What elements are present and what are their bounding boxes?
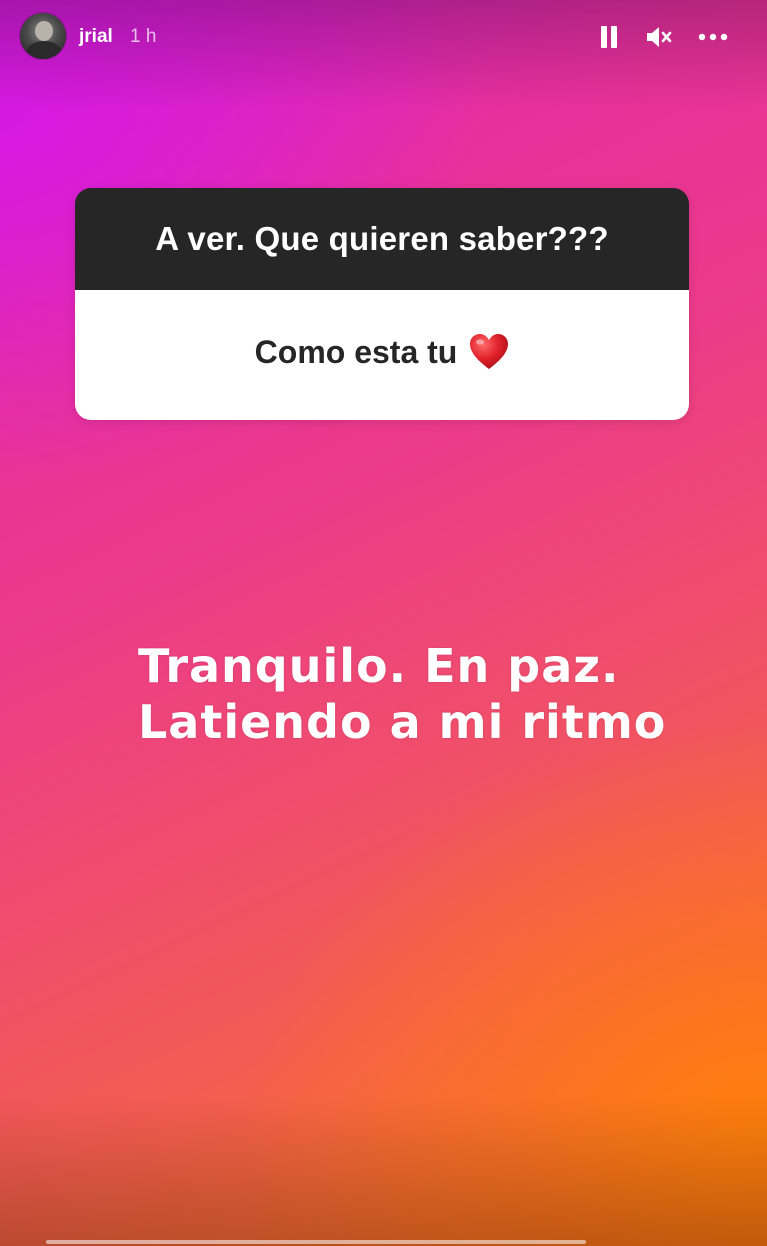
caption-line-2: Latiendo a mi ritmo — [138, 695, 667, 749]
post-timestamp: 1 h — [130, 26, 157, 47]
question-sticker[interactable]: A ver. Que quieren saber??? Como esta tu — [75, 188, 689, 420]
red-heart-icon — [470, 334, 509, 369]
speaker-muted-icon — [647, 27, 672, 47]
pause-icon — [601, 26, 607, 48]
username-link[interactable]: jrial — [79, 26, 113, 48]
story-header: jrial 1 h — [0, 0, 767, 76]
bottom-gradient-shade — [0, 1096, 767, 1246]
more-dots-icon — [698, 33, 728, 41]
avatar-body — [26, 41, 62, 59]
question-text: A ver. Que quieren saber??? — [155, 220, 609, 257]
pause-icon-bar — [611, 26, 617, 48]
question-answer: Como esta tu — [75, 290, 689, 420]
more-options-button[interactable] — [697, 22, 729, 52]
pause-button[interactable] — [597, 22, 621, 52]
avatar[interactable] — [20, 13, 66, 59]
story-caption: Tranquilo. En paz. Latiendo a mi ritmo — [138, 638, 738, 750]
avatar-head — [35, 21, 53, 41]
reply-bar-edge — [46, 1240, 586, 1244]
question-header: A ver. Que quieren saber??? — [75, 188, 689, 290]
answer-text: Como esta tu — [254, 333, 458, 370]
mute-button[interactable] — [644, 22, 674, 52]
story-view[interactable]: jrial 1 h A ver. Que quieren saber??? Co… — [0, 0, 767, 1246]
caption-line-1: Tranquilo. En paz. — [138, 639, 620, 693]
